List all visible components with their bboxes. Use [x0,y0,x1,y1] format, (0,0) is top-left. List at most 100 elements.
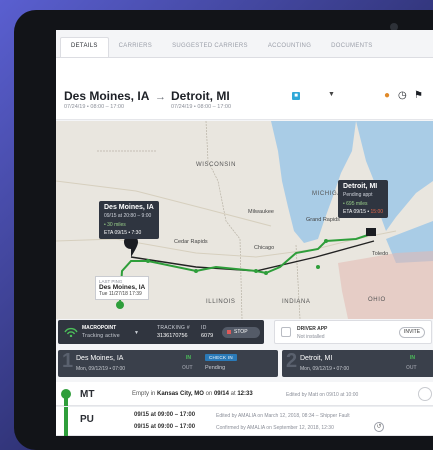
origin-popup[interactable]: Des Moines, IA 09/15 at 20:80 – 9:00 • 3… [99,201,159,239]
tab-documents[interactable]: DOCUMENTS [321,37,382,57]
popup-eta: ETA 09/15 • 7:30 [104,230,142,236]
ping-point[interactable] [264,271,268,275]
origin-time: 07/24/19 • 08:00 – 17:00 [64,104,125,110]
check-in-button[interactable]: CHECK IN [205,354,237,361]
map-label-ohio: OHIO [368,297,386,303]
pickup-edit-note: Edited by AMALIA on March 12, 2018, 08:3… [216,413,350,419]
phone-icon [281,327,291,337]
chevron-down-icon[interactable]: ▼ [134,330,139,336]
ping-point[interactable] [146,259,150,263]
invite-button[interactable]: INVITE [399,327,425,338]
stop-time: Mon, 09/12/19 • 07:00 [76,366,126,372]
event-date: 09/14 [213,391,229,397]
destination-flag-icon[interactable] [366,228,376,236]
tab-accounting[interactable]: ACCOUNTING [258,37,321,57]
origin-city: Des Moines, IA [64,89,150,103]
popup-miles: • 695 miles [343,201,368,207]
popup-eta-late: 15:00 [370,209,384,215]
stop-city: Detroit, MI [300,355,333,362]
tracking-bar: MACROPOINT Tracking active ▼ TRACKING # … [56,319,433,347]
map-city-label: Toledo [372,251,389,257]
stop-tracking-label: STOP [234,329,248,335]
route-header: Des Moines, IA 07/24/19 • 08:00 – 17:00 … [56,58,433,120]
stop-time: Mon, 09/12/19 • 07:00 [300,366,350,372]
highway [56,180,272,227]
event-code: PU [80,414,94,425]
map-label-wisconsin: WISCONSIN [196,162,237,168]
popup-eta: ETA 09/15 • 15:00 [343,209,383,215]
event-time: 12:33 [237,391,253,397]
event-row-empty[interactable]: MT Empty in Kansas City, MO on 09/14 at … [56,382,433,406]
events-timeline: MT Empty in Kansas City, MO on 09/14 at … [56,382,433,436]
clock-icon[interactable]: ◷ [398,91,407,101]
last-ping-marker[interactable] [116,301,124,309]
stop-out-label: OUT [406,365,417,371]
map-label-illinois: ILLINOIS [206,299,236,305]
tab-bar: DETAILS CARRIERS SUGGESTED CARRIERS ACCO… [56,30,433,58]
popup-eta-prefix: ETA 09/15 • [343,209,370,215]
tab-details[interactable]: DETAILS [60,37,109,57]
history-icon[interactable]: ↺ [374,422,384,432]
tracking-number-value: 3136170756 [157,333,188,339]
tracking-number-label: TRACKING # [157,325,191,331]
event-city: Kansas City, MO [157,391,204,397]
tab-carriers[interactable]: CARRIERS [109,37,162,57]
event-description: Empty in Kansas City, MO on 09/14 at 12:… [132,391,253,397]
stop-tracking-button[interactable]: STOP [222,327,260,338]
stop-in-label: IN [186,355,191,361]
map-city-label: Grand Rapids [306,217,340,223]
pickup-window-confirmed: 09/15 at 09:00 – 17:00 [134,424,196,430]
event-at: at [230,391,236,397]
chevron-down-icon[interactable]: ▼ [328,91,335,98]
ohio-region [338,251,433,319]
driver-app-label: DRIVER APP [297,326,328,332]
tab-suggested-carriers[interactable]: SUGGESTED CARRIERS [162,37,258,57]
map-city-label: Chicago [254,245,275,251]
event-code: MT [80,389,95,400]
destination-time: 07/24/19 • 08:00 – 17:00 [171,104,232,110]
last-ping-city: Des Moines, IA [99,284,146,291]
stop-number: 1 [62,350,74,372]
last-ping-time: Tue 11/27/18 17:39 [99,291,142,297]
stop-number: 2 [286,350,298,372]
popup-status: Pending appt [343,192,373,198]
destination-popup[interactable]: Detroit, MI Pending appt • 695 miles ETA… [338,180,389,218]
popup-time: 09/15 at 20:80 – 9:00 [104,213,152,219]
ping-point[interactable] [316,265,320,269]
pickup-window: 09/15 at 09:00 – 17:00 [134,412,196,418]
popup-title: Des Moines, IA [104,204,154,211]
stop-city: Des Moines, IA [76,355,124,362]
signal-icon [64,327,78,337]
flame-icon[interactable]: ● [384,91,390,101]
tracking-id-value: 6079 [201,333,214,339]
event-row-pickup[interactable]: PU 09/15 at 09:00 – 17:00 Edited by AMAL… [56,407,433,436]
map-city-label: Cedar Rapids [174,239,208,245]
stop-card-origin[interactable]: 1 Des Moines, IA Mon, 09/12/19 • 07:00 I… [58,350,278,377]
stops-row: 1 Des Moines, IA Mon, 09/12/19 • 07:00 I… [58,350,433,378]
event-edited: Edited by Matt on 09/10 at 10:00 [286,392,359,398]
ping-point[interactable] [194,269,198,273]
route-arrow: → [155,91,166,103]
tracking-id-label: ID [201,325,207,331]
ping-point[interactable] [324,239,328,243]
driver-app-panel: DRIVER APP Not installed INVITE [274,320,432,344]
flag-icon[interactable]: ⚑ [414,91,423,101]
event-menu-button[interactable] [418,387,432,401]
tracking-provider: MACROPOINT [82,325,117,331]
tracking-status: Tracking active [82,333,120,339]
event-pre: Empty in [132,391,156,397]
stop-card-destination[interactable]: 2 Detroit, MI Mon, 09/12/19 • 07:00 IN O… [282,350,433,377]
tracking-panel: MACROPOINT Tracking active ▼ TRACKING # … [58,320,264,344]
last-ping-card[interactable]: LAST PING Des Moines, IA Tue 11/27/18 17… [95,276,150,300]
planned-route-line [130,240,375,272]
stop-status: Pending [205,365,226,371]
route-map[interactable]: WISCONSIN MICHIGAN ILLINOIS INDIANA OHIO… [56,121,433,319]
stop-in-label: IN [410,355,415,361]
timeline-line [64,407,68,436]
ping-point[interactable] [254,269,258,273]
pickup-confirm-note: Confirmed by AMALIA on September 12, 201… [216,425,334,431]
shipment-badge-icon[interactable]: ■ [292,92,300,100]
popup-miles: • 30 miles [104,222,126,228]
map-label-indiana: INDIANA [282,299,311,305]
destination-city: Detroit, MI [171,89,230,103]
